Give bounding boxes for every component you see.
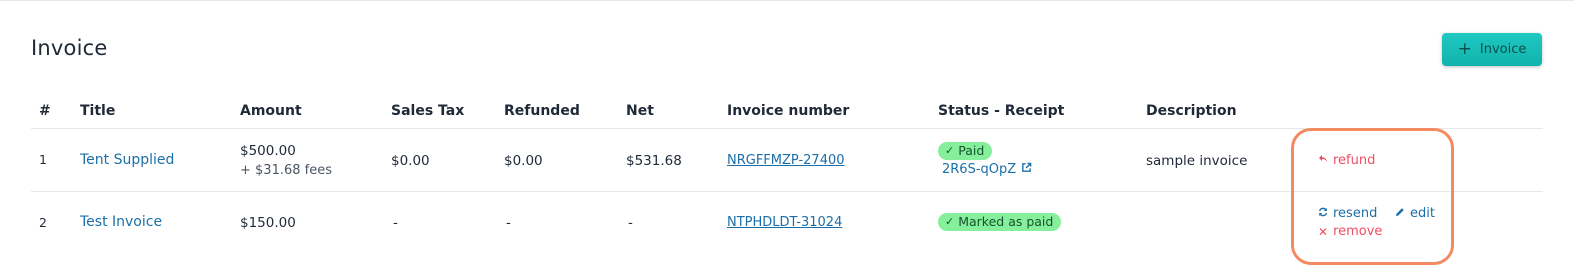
edit-button[interactable]: edit xyxy=(1395,206,1435,221)
refund-button[interactable]: refund xyxy=(1318,153,1375,168)
column-header-net: Net xyxy=(626,103,654,119)
remove-label: remove xyxy=(1333,224,1383,239)
reply-arrow-icon xyxy=(1318,153,1328,168)
check-icon: ✓ xyxy=(945,144,955,157)
actions-highlight-box xyxy=(1291,128,1454,265)
edit-label: edit xyxy=(1410,206,1435,221)
refresh-icon xyxy=(1318,206,1328,221)
refund-label: refund xyxy=(1333,153,1376,168)
column-header-sales-tax: Sales Tax xyxy=(391,103,465,119)
invoice-title-link[interactable]: Test Invoice xyxy=(80,214,162,230)
status-badge: ✓ Marked as paid xyxy=(938,213,1062,231)
resend-button[interactable]: resend xyxy=(1318,206,1377,221)
status-label: Paid xyxy=(958,143,985,158)
sales-tax-value: - xyxy=(393,215,398,231)
page-title: Invoice xyxy=(31,36,108,60)
amount-value: $500.00 xyxy=(240,143,296,159)
status-badge: ✓ Paid xyxy=(938,142,993,160)
row-divider xyxy=(31,191,1543,192)
column-header-number: # xyxy=(39,103,51,119)
column-header-title: Title xyxy=(80,103,116,119)
header-divider xyxy=(31,128,1543,129)
top-divider xyxy=(0,0,1574,1)
refunded-value: $0.00 xyxy=(504,153,543,169)
column-header-refunded: Refunded xyxy=(504,103,580,119)
refunded-value: - xyxy=(506,215,511,231)
remove-button[interactable]: ✕ remove xyxy=(1318,224,1382,239)
row-number: 1 xyxy=(39,152,47,167)
fees-value: + $31.68 fees xyxy=(240,163,332,178)
plus-icon: + xyxy=(1457,39,1472,59)
column-header-status-receipt: Status - Receipt xyxy=(938,103,1065,119)
receipt-link[interactable]: 2R6S-qOpZ xyxy=(942,162,1032,177)
column-header-invoice-number: Invoice number xyxy=(727,103,850,119)
add-invoice-button[interactable]: + Invoice xyxy=(1442,33,1542,66)
net-value: - xyxy=(628,215,633,231)
invoice-panel: Invoice + Invoice # Title Amount Sales T… xyxy=(0,0,1574,272)
pencil-icon xyxy=(1395,206,1405,221)
row-number: 2 xyxy=(39,215,47,230)
sales-tax-value: $0.00 xyxy=(391,153,430,169)
description-value: sample invoice xyxy=(1146,153,1248,169)
amount-value: $150.00 xyxy=(240,215,296,231)
invoice-title-link[interactable]: Tent Supplied xyxy=(80,152,174,168)
net-value: $531.68 xyxy=(626,153,682,169)
add-invoice-label: Invoice xyxy=(1479,42,1527,57)
resend-label: resend xyxy=(1333,206,1378,221)
close-icon: ✕ xyxy=(1318,224,1329,239)
check-icon: ✓ xyxy=(945,215,955,228)
status-label: Marked as paid xyxy=(958,214,1054,229)
column-header-description: Description xyxy=(1146,103,1237,119)
receipt-label: 2R6S-qOpZ xyxy=(942,162,1017,177)
invoice-number-link[interactable]: NRGFFMZP-27400 xyxy=(727,153,845,168)
external-link-icon xyxy=(1021,162,1032,177)
invoice-number-link[interactable]: NTPHDLDT-31024 xyxy=(727,215,842,230)
column-header-amount: Amount xyxy=(240,103,302,119)
